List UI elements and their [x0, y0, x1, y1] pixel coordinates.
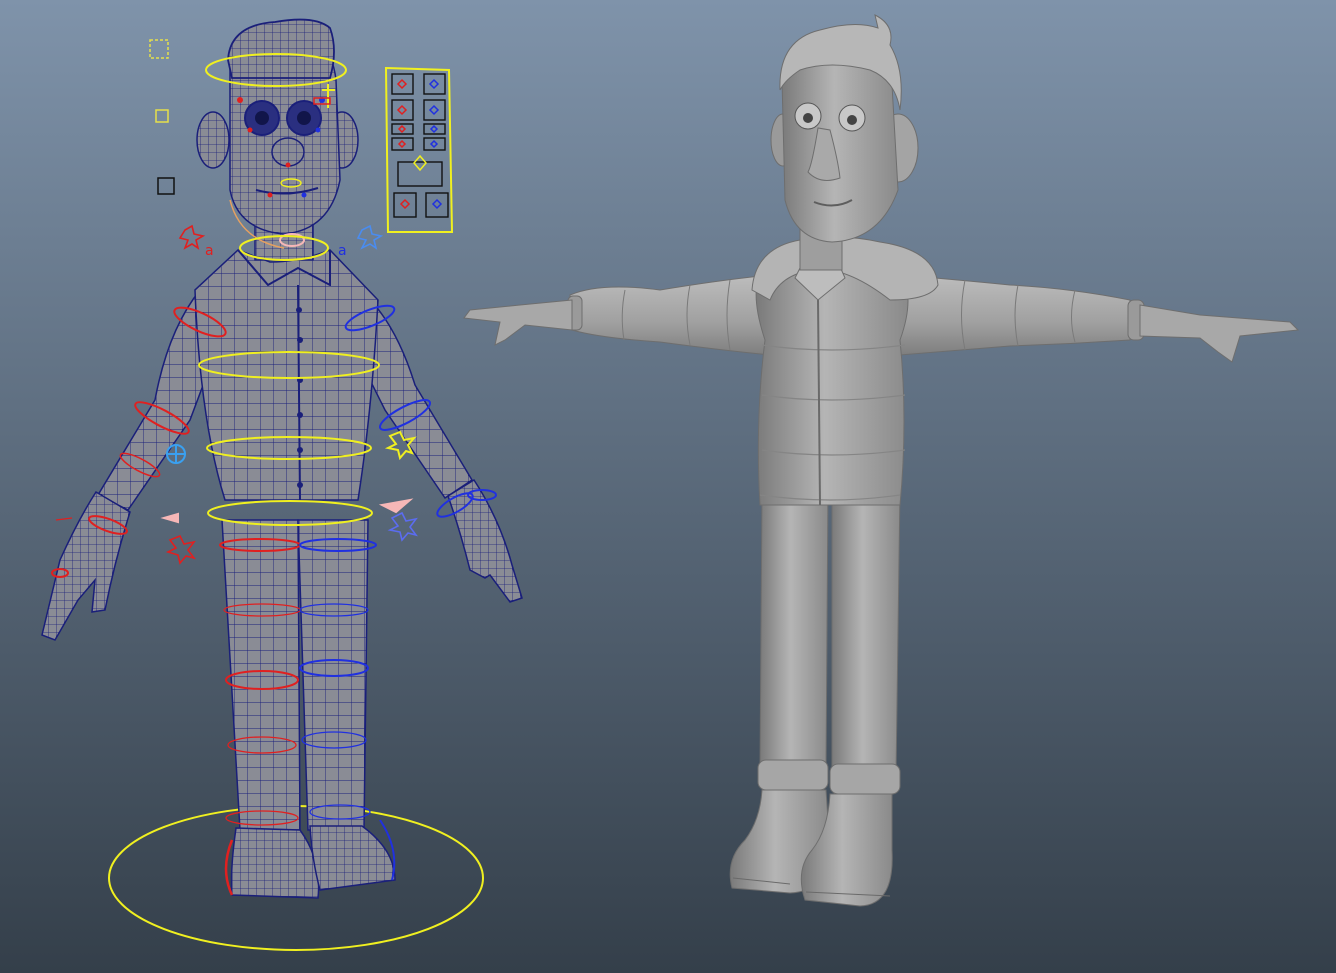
left-hand-shaded[interactable] [463, 299, 573, 346]
right-hand-shaded[interactable] [1139, 304, 1300, 363]
left-ear-mesh[interactable] [196, 111, 230, 169]
square-control-icon-2[interactable] [155, 109, 169, 123]
nose-mesh[interactable] [271, 137, 305, 167]
shaded-character[interactable] [463, 14, 1300, 907]
left-arm-shaded[interactable] [569, 274, 771, 356]
rigged-character[interactable]: a a [41, 18, 523, 951]
facial-control-panel[interactable] [384, 66, 454, 233]
right-marker-glyph: a [338, 243, 347, 259]
left-shoe-mesh[interactable] [230, 827, 320, 899]
right-leg-cuff[interactable] [829, 763, 901, 795]
left-leg-cuff[interactable] [757, 759, 829, 791]
left-leg-shaded[interactable] [759, 489, 829, 771]
maya-viewport[interactable]: a a [0, 0, 1336, 973]
hair-mesh[interactable] [227, 18, 335, 79]
right-leg-shaded[interactable] [831, 489, 901, 776]
square-control-icon-3[interactable] [157, 177, 175, 195]
square-control-icon[interactable] [149, 39, 169, 59]
right-shoe-mesh[interactable] [309, 825, 396, 891]
left-marker-glyph: a [205, 243, 214, 259]
right-hand-mesh[interactable] [447, 478, 523, 603]
left-hand-mesh[interactable] [41, 490, 131, 641]
viewport-scene[interactable]: a a [0, 0, 1336, 973]
